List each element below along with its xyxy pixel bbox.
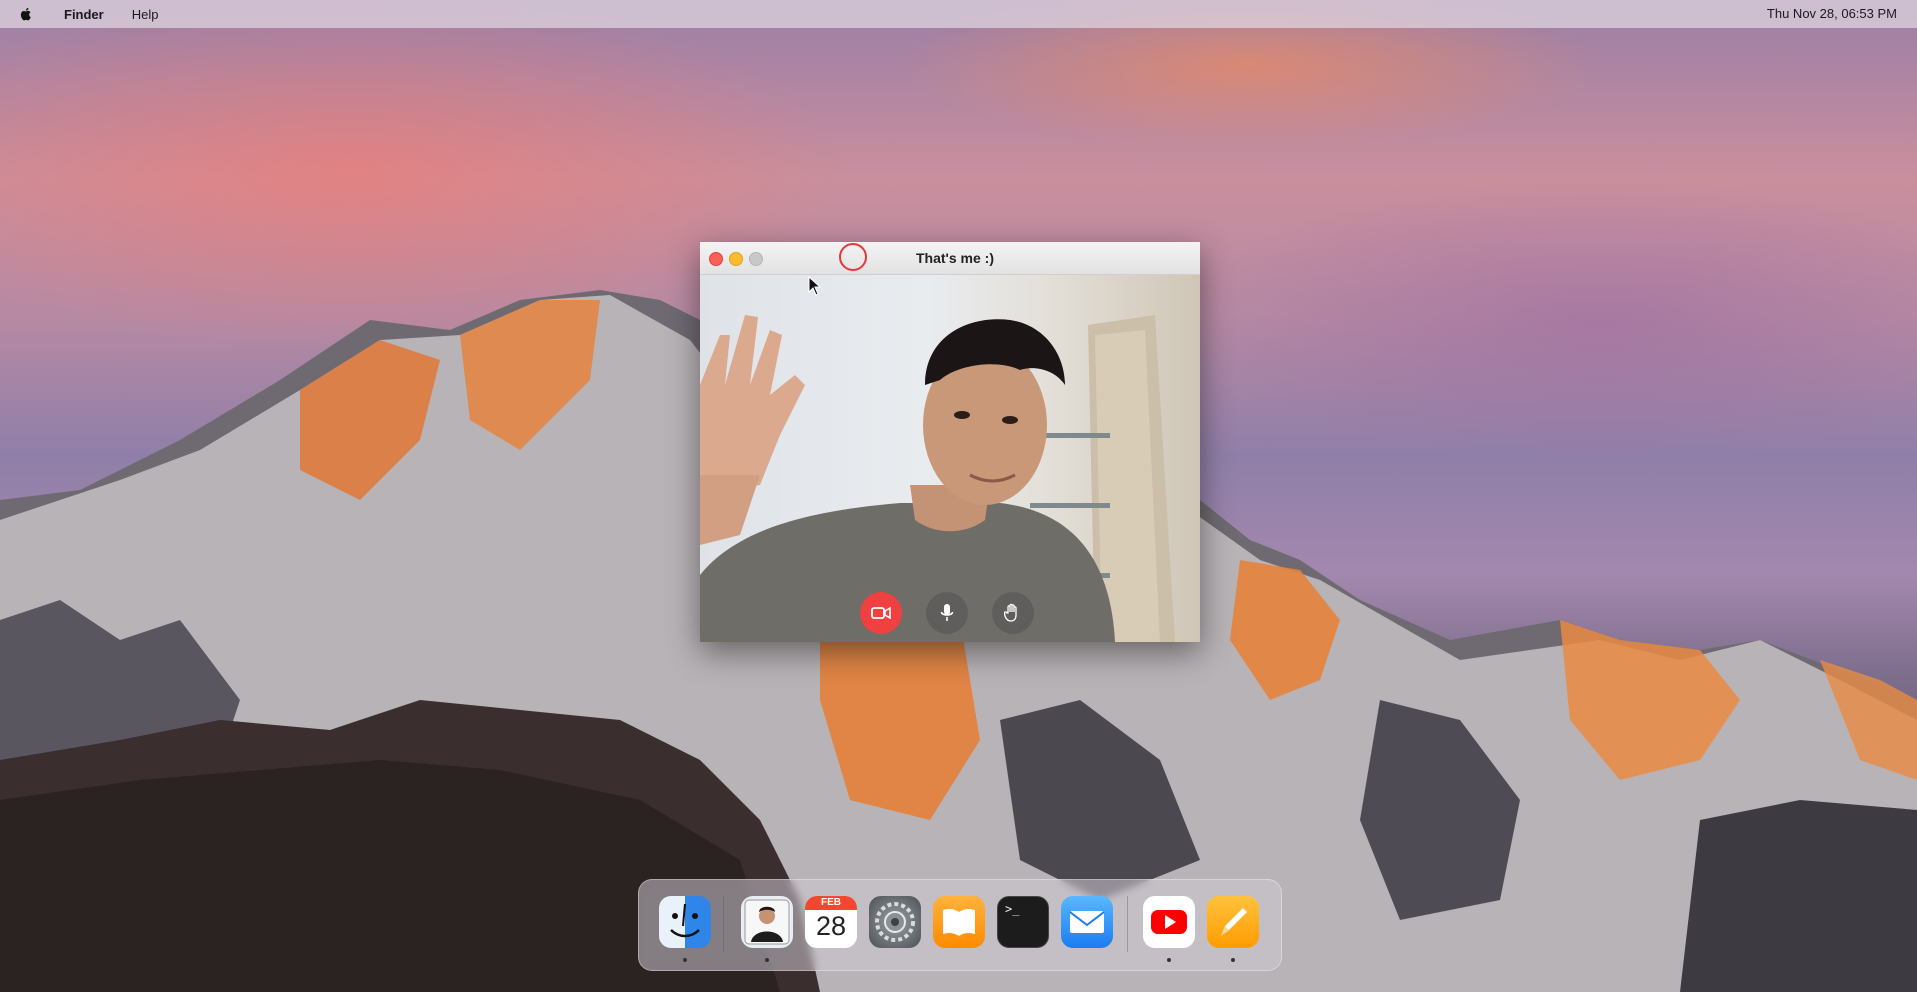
video-call-window: That's me :) <box>700 242 1200 642</box>
terminal-icon: >_ <box>1005 902 1020 916</box>
dock-separator <box>723 896 724 952</box>
mouse-cursor-icon <box>808 276 822 296</box>
webcam-video-feed <box>700 275 1200 642</box>
settings-gear-icon <box>875 902 915 942</box>
menubar-clock[interactable]: Thu Nov 28, 06:53 PM <box>1767 6 1897 21</box>
dock: FEB 28 >_ <box>638 879 1282 971</box>
apple-logo-icon[interactable] <box>18 6 34 22</box>
hand-icon <box>1004 603 1017 622</box>
dock-calendar[interactable]: FEB 28 <box>805 896 857 948</box>
dock-system-preferences[interactable] <box>869 896 921 948</box>
dock-terminal[interactable]: >_ <box>997 896 1049 948</box>
finder-icon <box>670 903 700 938</box>
dock-books[interactable] <box>933 896 985 948</box>
dock-youtube[interactable] <box>1143 896 1195 948</box>
youtube-icon <box>1151 910 1187 934</box>
running-indicator <box>1231 958 1235 962</box>
microphone-toggle-button[interactable] <box>926 592 968 634</box>
camera-toggle-button[interactable] <box>860 592 902 634</box>
call-controls <box>860 592 1034 634</box>
dock-pages[interactable] <box>1207 896 1259 948</box>
pages-pencil-icon <box>1221 908 1247 936</box>
dock-mail[interactable] <box>1061 896 1113 948</box>
profile-photo-icon <box>744 899 790 945</box>
window-title: That's me :) <box>915 250 994 266</box>
calendar-day: 28 <box>815 911 847 941</box>
window-titlebar[interactable]: That's me :) <box>700 242 1200 275</box>
menu-finder[interactable]: Finder <box>64 7 104 22</box>
microphone-icon <box>940 604 954 621</box>
calendar-month: FEB <box>805 896 857 910</box>
mail-icon <box>1069 911 1105 933</box>
running-indicator <box>1167 958 1171 962</box>
menu-help[interactable]: Help <box>132 7 159 22</box>
running-indicator <box>683 958 687 962</box>
dock-finder[interactable] <box>659 896 711 948</box>
running-indicator <box>765 958 769 962</box>
books-icon <box>943 908 975 936</box>
raise-hand-button[interactable] <box>992 592 1034 634</box>
dock-separator <box>1127 896 1128 952</box>
video-frame-image <box>700 315 1175 642</box>
dock-profile-photo[interactable] <box>741 896 793 948</box>
video-camera-icon <box>871 606 891 620</box>
menu-bar: Finder Help Thu Nov 28, 06:53 PM <box>0 0 1917 28</box>
